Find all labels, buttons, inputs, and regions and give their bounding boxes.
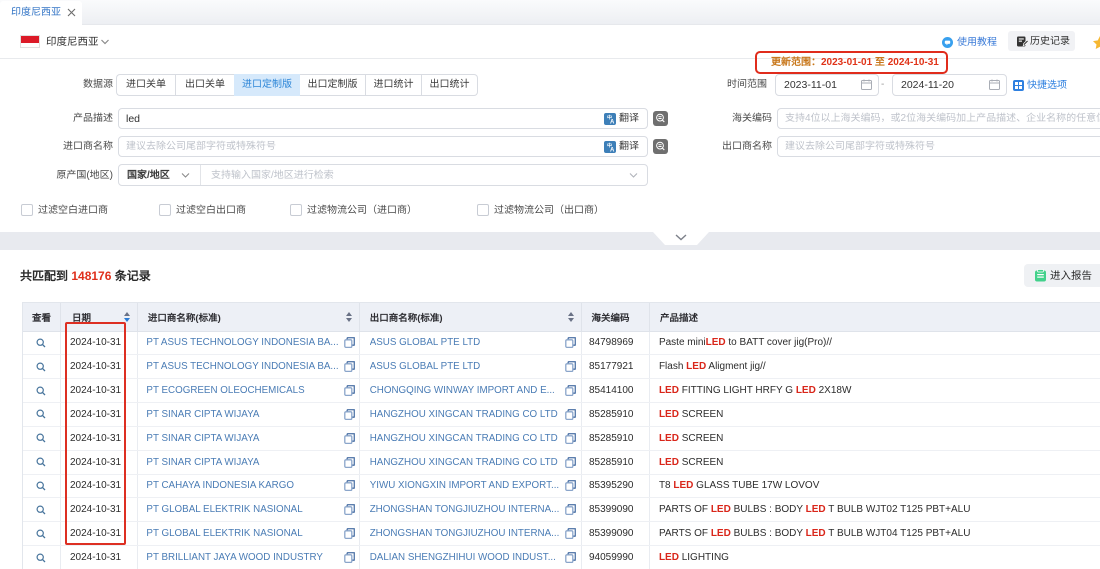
svg-text:A: A (610, 148, 615, 154)
svg-text:A: A (610, 120, 615, 126)
